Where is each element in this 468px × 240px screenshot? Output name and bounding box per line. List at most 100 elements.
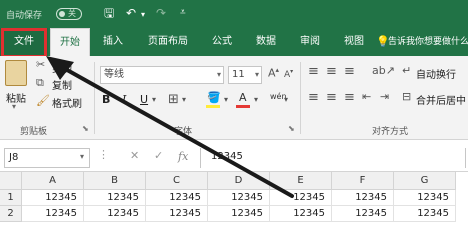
chevron-down-icon[interactable]: ▾ bbox=[224, 95, 228, 104]
format-painter-button[interactable]: 格式刷 bbox=[52, 95, 82, 110]
worksheet-grid: ABCDEFG 1 12345 12345 12345 12345 12345 12345 1… bbox=[0, 172, 468, 226]
font-name-combo[interactable]: 等线 ▾ bbox=[100, 66, 224, 84]
row-header[interactable]: 2 bbox=[0, 206, 22, 222]
name-box[interactable]: J8 bbox=[4, 148, 90, 168]
chevron-down-icon[interactable]: ▾ bbox=[182, 95, 186, 104]
chevron-down-icon: ▾ bbox=[254, 70, 259, 79]
cancel-icon[interactable]: ✕ bbox=[130, 149, 139, 162]
tab-page-layout[interactable]: 页面布局 bbox=[138, 28, 198, 56]
tell-me-search[interactable]: 告诉我你想要做什么 bbox=[388, 28, 468, 56]
paste-button[interactable]: 粘贴 ▾ bbox=[2, 58, 32, 112]
fill-color-swatch bbox=[206, 105, 220, 108]
fill-color-button[interactable]: 🪣 bbox=[206, 91, 222, 109]
title-bar: 自动保存 关 🖫 ↶ ▾ ↷ ⩡ bbox=[0, 0, 468, 28]
chevron-down-icon: ▾ bbox=[216, 70, 221, 79]
undo-dropdown-icon[interactable]: ▾ bbox=[141, 8, 145, 22]
paint-bucket-icon: 🪣 bbox=[207, 91, 221, 104]
chevron-down-icon[interactable]: ▾ bbox=[284, 95, 288, 104]
alignment-group-label: 对齐方式 bbox=[372, 127, 409, 137]
increase-indent-icon[interactable]: ⇥ bbox=[380, 90, 389, 103]
cut-button[interactable]: 剪切 bbox=[52, 60, 72, 75]
tab-view[interactable]: 视图 bbox=[336, 28, 372, 56]
clipboard-launcher-icon[interactable]: ⬊ bbox=[82, 124, 89, 133]
autosave-toggle[interactable]: 关 bbox=[56, 8, 82, 20]
ribbon-home: 粘贴 ▾ ✂ 剪切 ⧉ 复制 🖌 格式刷 剪贴板 ⬊ 等线 ▾ 11 ▾ A▴ … bbox=[0, 56, 468, 140]
column-header[interactable]: G bbox=[394, 172, 456, 190]
redo-icon[interactable]: ↷ bbox=[156, 6, 166, 20]
formula-input[interactable]: 12345 bbox=[200, 148, 466, 168]
align-bottom-icon[interactable]: ≡ bbox=[344, 64, 355, 79]
chevron-down-icon[interactable]: ▾ bbox=[152, 95, 156, 104]
tab-file[interactable]: 文件 bbox=[0, 28, 48, 56]
orientation-icon[interactable]: ab↗ bbox=[372, 64, 395, 77]
paste-icon bbox=[5, 60, 27, 86]
format-painter-icon: 🖌 bbox=[36, 94, 50, 107]
grid-cell[interactable]: 12345 bbox=[270, 206, 332, 222]
enter-icon[interactable]: ✓ bbox=[154, 149, 163, 162]
grid-cell[interactable]: 12345 bbox=[84, 190, 146, 206]
bold-button[interactable]: B bbox=[102, 93, 110, 106]
decrease-indent-icon[interactable]: ⇤ bbox=[362, 90, 371, 103]
merge-center-button[interactable]: 合并后居中 bbox=[416, 92, 466, 107]
italic-button[interactable]: I bbox=[122, 93, 126, 106]
select-all-corner[interactable] bbox=[0, 172, 22, 190]
align-right-icon[interactable]: ≡ bbox=[344, 90, 355, 105]
shrink-font-icon[interactable]: A▾ bbox=[284, 68, 293, 80]
grid-cell[interactable]: 12345 bbox=[22, 190, 84, 206]
scissors-icon: ✂ bbox=[36, 58, 46, 71]
column-header[interactable]: E bbox=[270, 172, 332, 190]
column-header[interactable]: B bbox=[84, 172, 146, 190]
font-color-swatch bbox=[236, 105, 250, 108]
font-group-label: 字体 bbox=[174, 127, 193, 137]
grid-cell[interactable]: 12345 bbox=[208, 206, 270, 222]
copy-button[interactable]: 复制 bbox=[52, 77, 72, 92]
grid-cell[interactable]: 12345 bbox=[22, 206, 84, 222]
column-header[interactable]: A bbox=[22, 172, 84, 190]
toggle-knob bbox=[59, 11, 65, 17]
grid-cell[interactable]: 12345 bbox=[146, 190, 208, 206]
borders-icon[interactable]: ⊞ bbox=[168, 92, 179, 107]
chevron-down-icon[interactable]: ▾ bbox=[80, 152, 84, 161]
tab-data[interactable]: 数据 bbox=[248, 28, 284, 56]
customize-toolbar-icon[interactable]: ⩡ bbox=[180, 6, 186, 20]
merge-icon: ⊟ bbox=[402, 90, 412, 103]
tab-review[interactable]: 审阅 bbox=[292, 28, 328, 56]
align-center-icon[interactable]: ≡ bbox=[326, 90, 337, 105]
grid-cell[interactable]: 12345 bbox=[332, 206, 394, 222]
font-launcher-icon[interactable]: ⬊ bbox=[288, 124, 295, 133]
grid-cell[interactable]: 12345 bbox=[394, 206, 456, 222]
column-header[interactable]: C bbox=[146, 172, 208, 190]
align-left-icon[interactable]: ≡ bbox=[308, 90, 319, 105]
underline-button[interactable]: U bbox=[140, 93, 148, 106]
grid-cell[interactable]: 12345 bbox=[146, 206, 208, 222]
undo-icon[interactable]: ↶ bbox=[126, 6, 136, 20]
font-color-button[interactable]: A bbox=[236, 91, 252, 109]
save-icon[interactable]: 🖫 bbox=[104, 6, 114, 20]
drag-handle-icon[interactable]: ⋮ bbox=[98, 148, 109, 161]
paste-dropdown-icon: ▾ bbox=[12, 102, 17, 111]
column-header[interactable]: F bbox=[332, 172, 394, 190]
grid-cell[interactable]: 12345 bbox=[270, 190, 332, 206]
wrap-text-button[interactable]: 自动换行 bbox=[416, 66, 456, 81]
font-size-value: 11 bbox=[232, 69, 245, 80]
tab-home[interactable]: 开始 bbox=[50, 28, 90, 56]
copy-icon: ⧉ bbox=[36, 76, 44, 89]
group-divider bbox=[300, 62, 301, 134]
insert-function-button[interactable]: fx bbox=[178, 150, 188, 163]
chevron-down-icon[interactable]: ▾ bbox=[254, 95, 258, 104]
align-top-icon[interactable]: ≡ bbox=[308, 64, 319, 79]
tab-formulas[interactable]: 公式 bbox=[204, 28, 240, 56]
grid-cell[interactable]: 12345 bbox=[208, 190, 270, 206]
autosave-label: 自动保存 bbox=[6, 11, 43, 21]
toggle-label: 关 bbox=[68, 9, 76, 18]
grid-cell[interactable]: 12345 bbox=[394, 190, 456, 206]
grid-cell[interactable]: 12345 bbox=[332, 190, 394, 206]
column-header[interactable]: D bbox=[208, 172, 270, 190]
formula-bar: J8 ▾ ⋮ ✕ ✓ fx 12345 bbox=[0, 140, 468, 172]
align-middle-icon[interactable]: ≡ bbox=[326, 64, 337, 79]
grow-font-icon[interactable]: A▴ bbox=[268, 66, 279, 80]
grid-cell[interactable]: 12345 bbox=[84, 206, 146, 222]
font-size-combo[interactable]: 11 ▾ bbox=[228, 66, 262, 84]
tab-insert[interactable]: 插入 bbox=[94, 28, 132, 56]
row-header[interactable]: 1 bbox=[0, 190, 22, 206]
